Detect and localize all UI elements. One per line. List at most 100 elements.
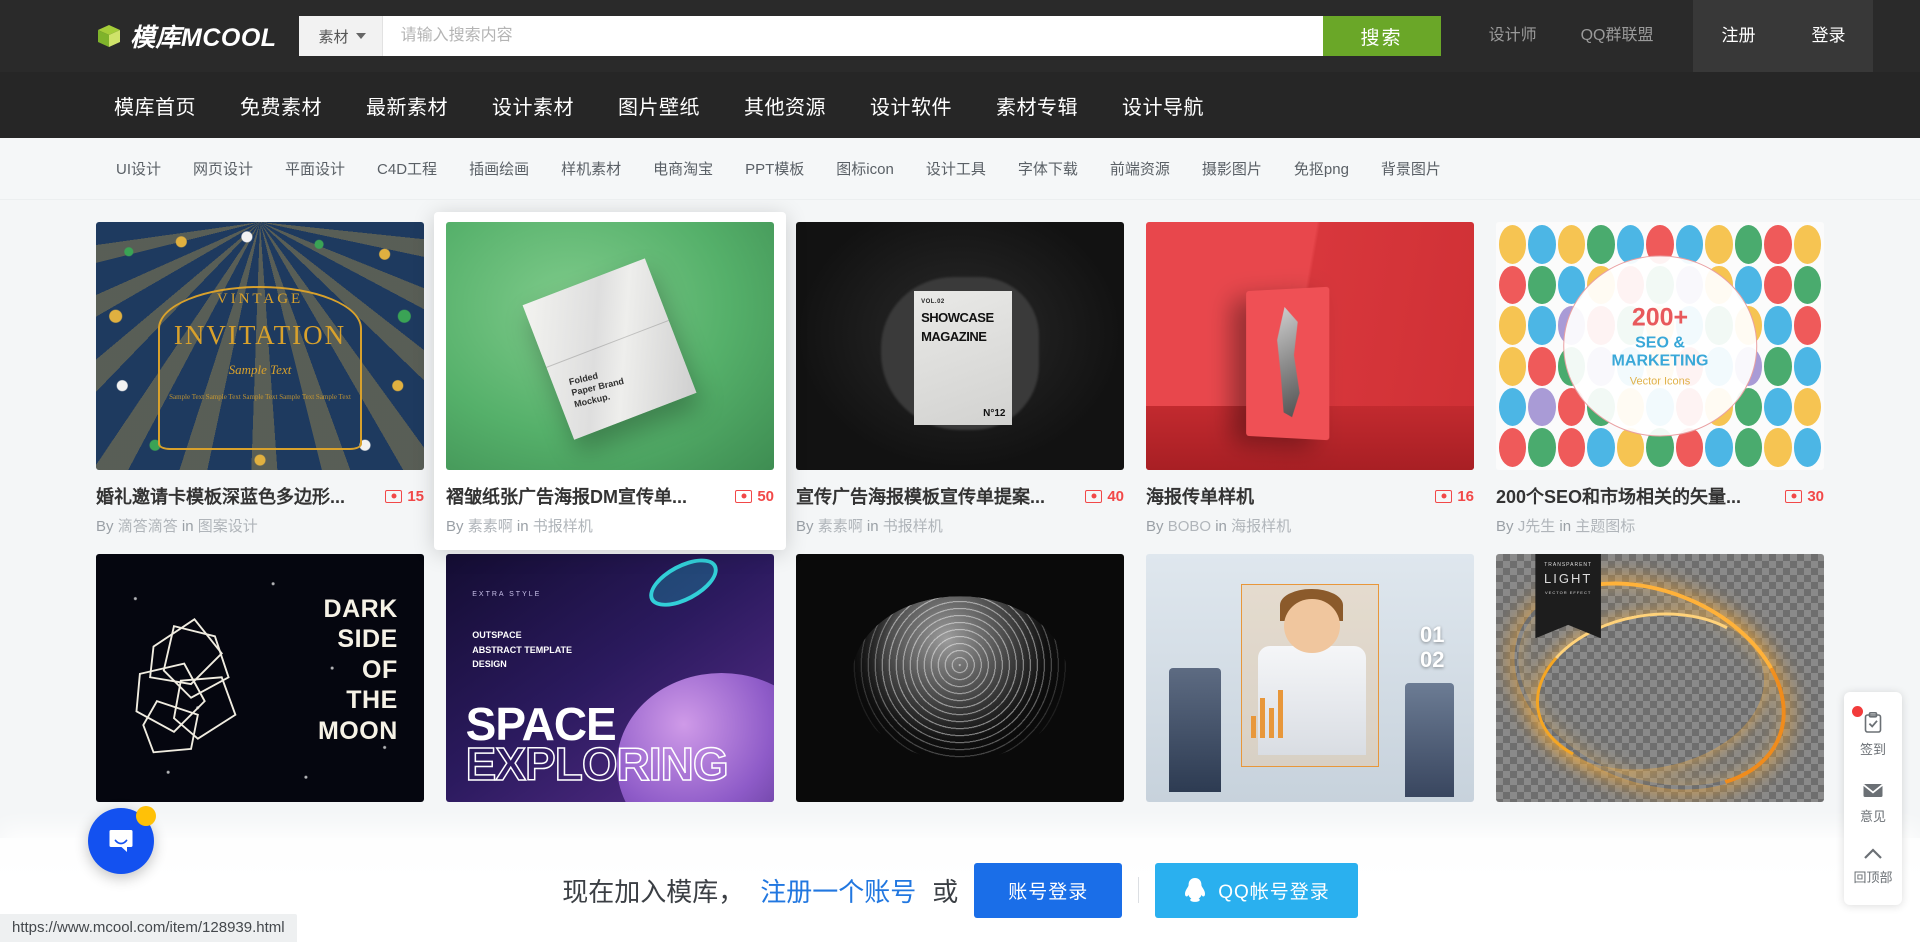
chat-unread-badge xyxy=(136,806,156,826)
asset-card[interactable]: EXTRA STYLE OUTSPACE ABSTRACT TEMPLATE D… xyxy=(446,554,774,802)
subnav-item-fonts[interactable]: 字体下载 xyxy=(1002,158,1094,179)
register-link[interactable]: 注册 xyxy=(1693,0,1783,72)
nav-item-free[interactable]: 免费素材 xyxy=(218,91,344,120)
showcase-magazine-thumb[interactable]: VOL.02 SHOWCASE MAGAZINE N°12 xyxy=(796,222,1124,470)
subnav-item-ecommerce[interactable]: 电商淘宝 xyxy=(637,158,729,179)
asset-card[interactable]: 海报传单样机 16 By BOBO in 海报样机 xyxy=(1146,222,1474,536)
asset-card[interactable]: TRANSPARENT LIGHT VECTOR EFFECT xyxy=(1496,554,1824,802)
subnav-item-ppt[interactable]: PPT模板 xyxy=(729,158,820,179)
card-title[interactable]: 海报传单样机 xyxy=(1146,483,1254,509)
card-category[interactable]: 主题图标 xyxy=(1575,518,1635,535)
person-left xyxy=(1168,668,1222,793)
card-meta: 婚礼邀请卡模板深蓝色多边形... 15 By 滴答滴答 in 图案设计 xyxy=(96,470,424,536)
card-author[interactable]: 滴答滴答 xyxy=(118,518,178,535)
nav-item-design[interactable]: 设计素材 xyxy=(470,91,596,120)
by-prefix: By xyxy=(1496,518,1514,535)
transparent-light-effect-thumb[interactable]: TRANSPARENT LIGHT VECTOR EFFECT xyxy=(1496,554,1824,802)
subnav-item-png[interactable]: 免抠png xyxy=(1278,158,1365,179)
nav-item-home[interactable]: 模库首页 xyxy=(92,91,218,120)
top-links: 设计师 QQ群联盟 xyxy=(1467,0,1676,72)
card-category[interactable]: 书报样机 xyxy=(883,518,943,535)
subnav-item-frontend[interactable]: 前端资源 xyxy=(1094,158,1186,179)
subnav-item-icon[interactable]: 图标icon xyxy=(820,158,910,179)
card-category[interactable]: 海报样机 xyxy=(1231,518,1291,535)
site-logo[interactable]: 模库MCOOL xyxy=(0,0,295,72)
subnav-item-c4d[interactable]: C4D工程 xyxy=(361,158,453,179)
nav-item-other[interactable]: 其他资源 xyxy=(722,91,848,120)
seo-icon-dot xyxy=(1764,265,1792,305)
hud-numbers: 01 02 xyxy=(1420,622,1445,672)
nav-item-album[interactable]: 素材专辑 xyxy=(974,91,1100,120)
eye-icon xyxy=(1435,489,1453,503)
chevron-down-icon xyxy=(355,33,366,39)
card-meta: 海报传单样机 16 By BOBO in 海报样机 xyxy=(1146,470,1474,536)
person-center-face xyxy=(1283,598,1340,654)
ring-shape xyxy=(641,554,726,617)
card-author[interactable]: BOBO xyxy=(1168,518,1211,535)
subnav-item-bg[interactable]: 背景图片 xyxy=(1365,158,1457,179)
card-view-count: 15 xyxy=(385,488,424,505)
rail-item-feedback[interactable]: 意见 xyxy=(1844,769,1902,836)
asset-card[interactable]: 200+ SEO & MARKETING Vector Icons 200个SE… xyxy=(1496,222,1824,536)
subnav-item-tools[interactable]: 设计工具 xyxy=(910,158,1002,179)
chat-launcher-button[interactable] xyxy=(88,806,156,874)
search-button[interactable]: 搜索 xyxy=(1322,16,1441,56)
asset-card[interactable]: DARK SIDE OF THE MOON xyxy=(96,554,424,802)
subnav-item-graphic[interactable]: 平面设计 xyxy=(269,158,361,179)
dark-side-of-the-moon-thumb[interactable]: DARK SIDE OF THE MOON xyxy=(96,554,424,802)
rail-item-back-to-top[interactable]: 回顶部 xyxy=(1844,836,1902,897)
card-title[interactable]: 200个SEO和市场相关的矢量... xyxy=(1496,483,1741,509)
search-category-label: 素材 xyxy=(318,28,349,46)
card-view-count: 50 xyxy=(735,488,774,505)
nav-item-software[interactable]: 设计软件 xyxy=(848,91,974,120)
login-link[interactable]: 登录 xyxy=(1783,0,1873,72)
nav-item-navigation[interactable]: 设计导航 xyxy=(1100,91,1226,120)
qq-login-button[interactable]: QQ帐号登录 xyxy=(1155,862,1358,918)
asset-card[interactable]: 01 02 xyxy=(1146,554,1474,802)
nav-item-latest[interactable]: 最新素材 xyxy=(344,91,470,120)
card-category[interactable]: 图案设计 xyxy=(198,518,258,535)
subnav-item-ui[interactable]: UI设计 xyxy=(100,158,177,179)
card-title[interactable]: 宣传广告海报模板宣传单提案... xyxy=(796,483,1045,509)
subnav-item-web[interactable]: 网页设计 xyxy=(177,158,269,179)
particle-sphere-thumb[interactable] xyxy=(796,554,1124,802)
in-prefix: in xyxy=(516,518,529,535)
main-nav: 模库首页 免费素材 最新素材 设计素材 图片壁纸 其他资源 设计软件 素材专辑 … xyxy=(0,72,1920,138)
folded-paper-mockup-thumb[interactable]: Folded Paper Brand Mockup. xyxy=(446,222,774,470)
seo-icon-dot xyxy=(1587,428,1615,467)
asset-card[interactable] xyxy=(796,554,1124,802)
card-title[interactable]: 婚礼邀请卡模板深蓝色多边形... xyxy=(96,483,345,509)
asset-card[interactable]: VOL.02 SHOWCASE MAGAZINE N°12 宣传广告海报模板宣传… xyxy=(796,222,1124,536)
seo-icon-dot xyxy=(1528,428,1556,467)
space-exploring-thumb[interactable]: EXTRA STYLE OUTSPACE ABSTRACT TEMPLATE D… xyxy=(446,554,774,802)
top-link-designer[interactable]: 设计师 xyxy=(1467,0,1559,72)
sub-nav: UI设计 网页设计 平面设计 C4D工程 插画绘画 样机素材 电商淘宝 PPT模… xyxy=(0,138,1920,200)
card-author[interactable]: 素素啊 xyxy=(818,518,863,535)
tech-interface-thumb[interactable]: 01 02 xyxy=(1146,554,1474,802)
rail-item-checkin[interactable]: 签到 xyxy=(1844,702,1902,769)
search-input[interactable] xyxy=(382,16,1323,56)
asset-card[interactable]: VINTAGE INVITATION Sample Text Sample Te… xyxy=(96,222,424,536)
top-link-qq-alliance[interactable]: QQ群联盟 xyxy=(1559,0,1676,72)
asset-card-hovered[interactable]: Folded Paper Brand Mockup. 褶皱纸张广告海报DM宣传单… xyxy=(434,212,786,550)
card-category[interactable]: 书报样机 xyxy=(533,518,593,535)
banner-divider xyxy=(1138,877,1140,903)
nav-item-wallpaper[interactable]: 图片壁纸 xyxy=(596,91,722,120)
subnav-item-illus[interactable]: 插画绘画 xyxy=(453,158,545,179)
card-title[interactable]: 褶皱纸张广告海报DM宣传单... xyxy=(446,483,687,509)
space-small-text: EXTRA STYLE xyxy=(472,590,542,598)
card-title-row: 褶皱纸张广告海报DM宣传单... 50 xyxy=(446,483,774,509)
wedding-invitation-thumb[interactable]: VINTAGE INVITATION Sample Text Sample Te… xyxy=(96,222,424,470)
account-login-button[interactable]: 账号登录 xyxy=(974,862,1123,918)
card-meta: 200个SEO和市场相关的矢量... 30 By J先生 in 主题图标 xyxy=(1496,470,1824,536)
red-poster-mockup-thumb[interactable] xyxy=(1146,222,1474,470)
subnav-item-mockup[interactable]: 样机素材 xyxy=(545,158,637,179)
search-category-select[interactable]: 素材 xyxy=(298,16,383,56)
card-author[interactable]: 素素啊 xyxy=(468,518,513,535)
magazine-title-1: SHOWCASE xyxy=(921,310,994,326)
seo-icons-thumb[interactable]: 200+ SEO & MARKETING Vector Icons xyxy=(1496,222,1824,470)
subnav-item-photo[interactable]: 摄影图片 xyxy=(1186,158,1278,179)
invitation-sample: Sample Text xyxy=(228,362,292,378)
card-author[interactable]: J先生 xyxy=(1518,518,1556,535)
register-account-link[interactable]: 注册一个账号 xyxy=(760,872,916,909)
